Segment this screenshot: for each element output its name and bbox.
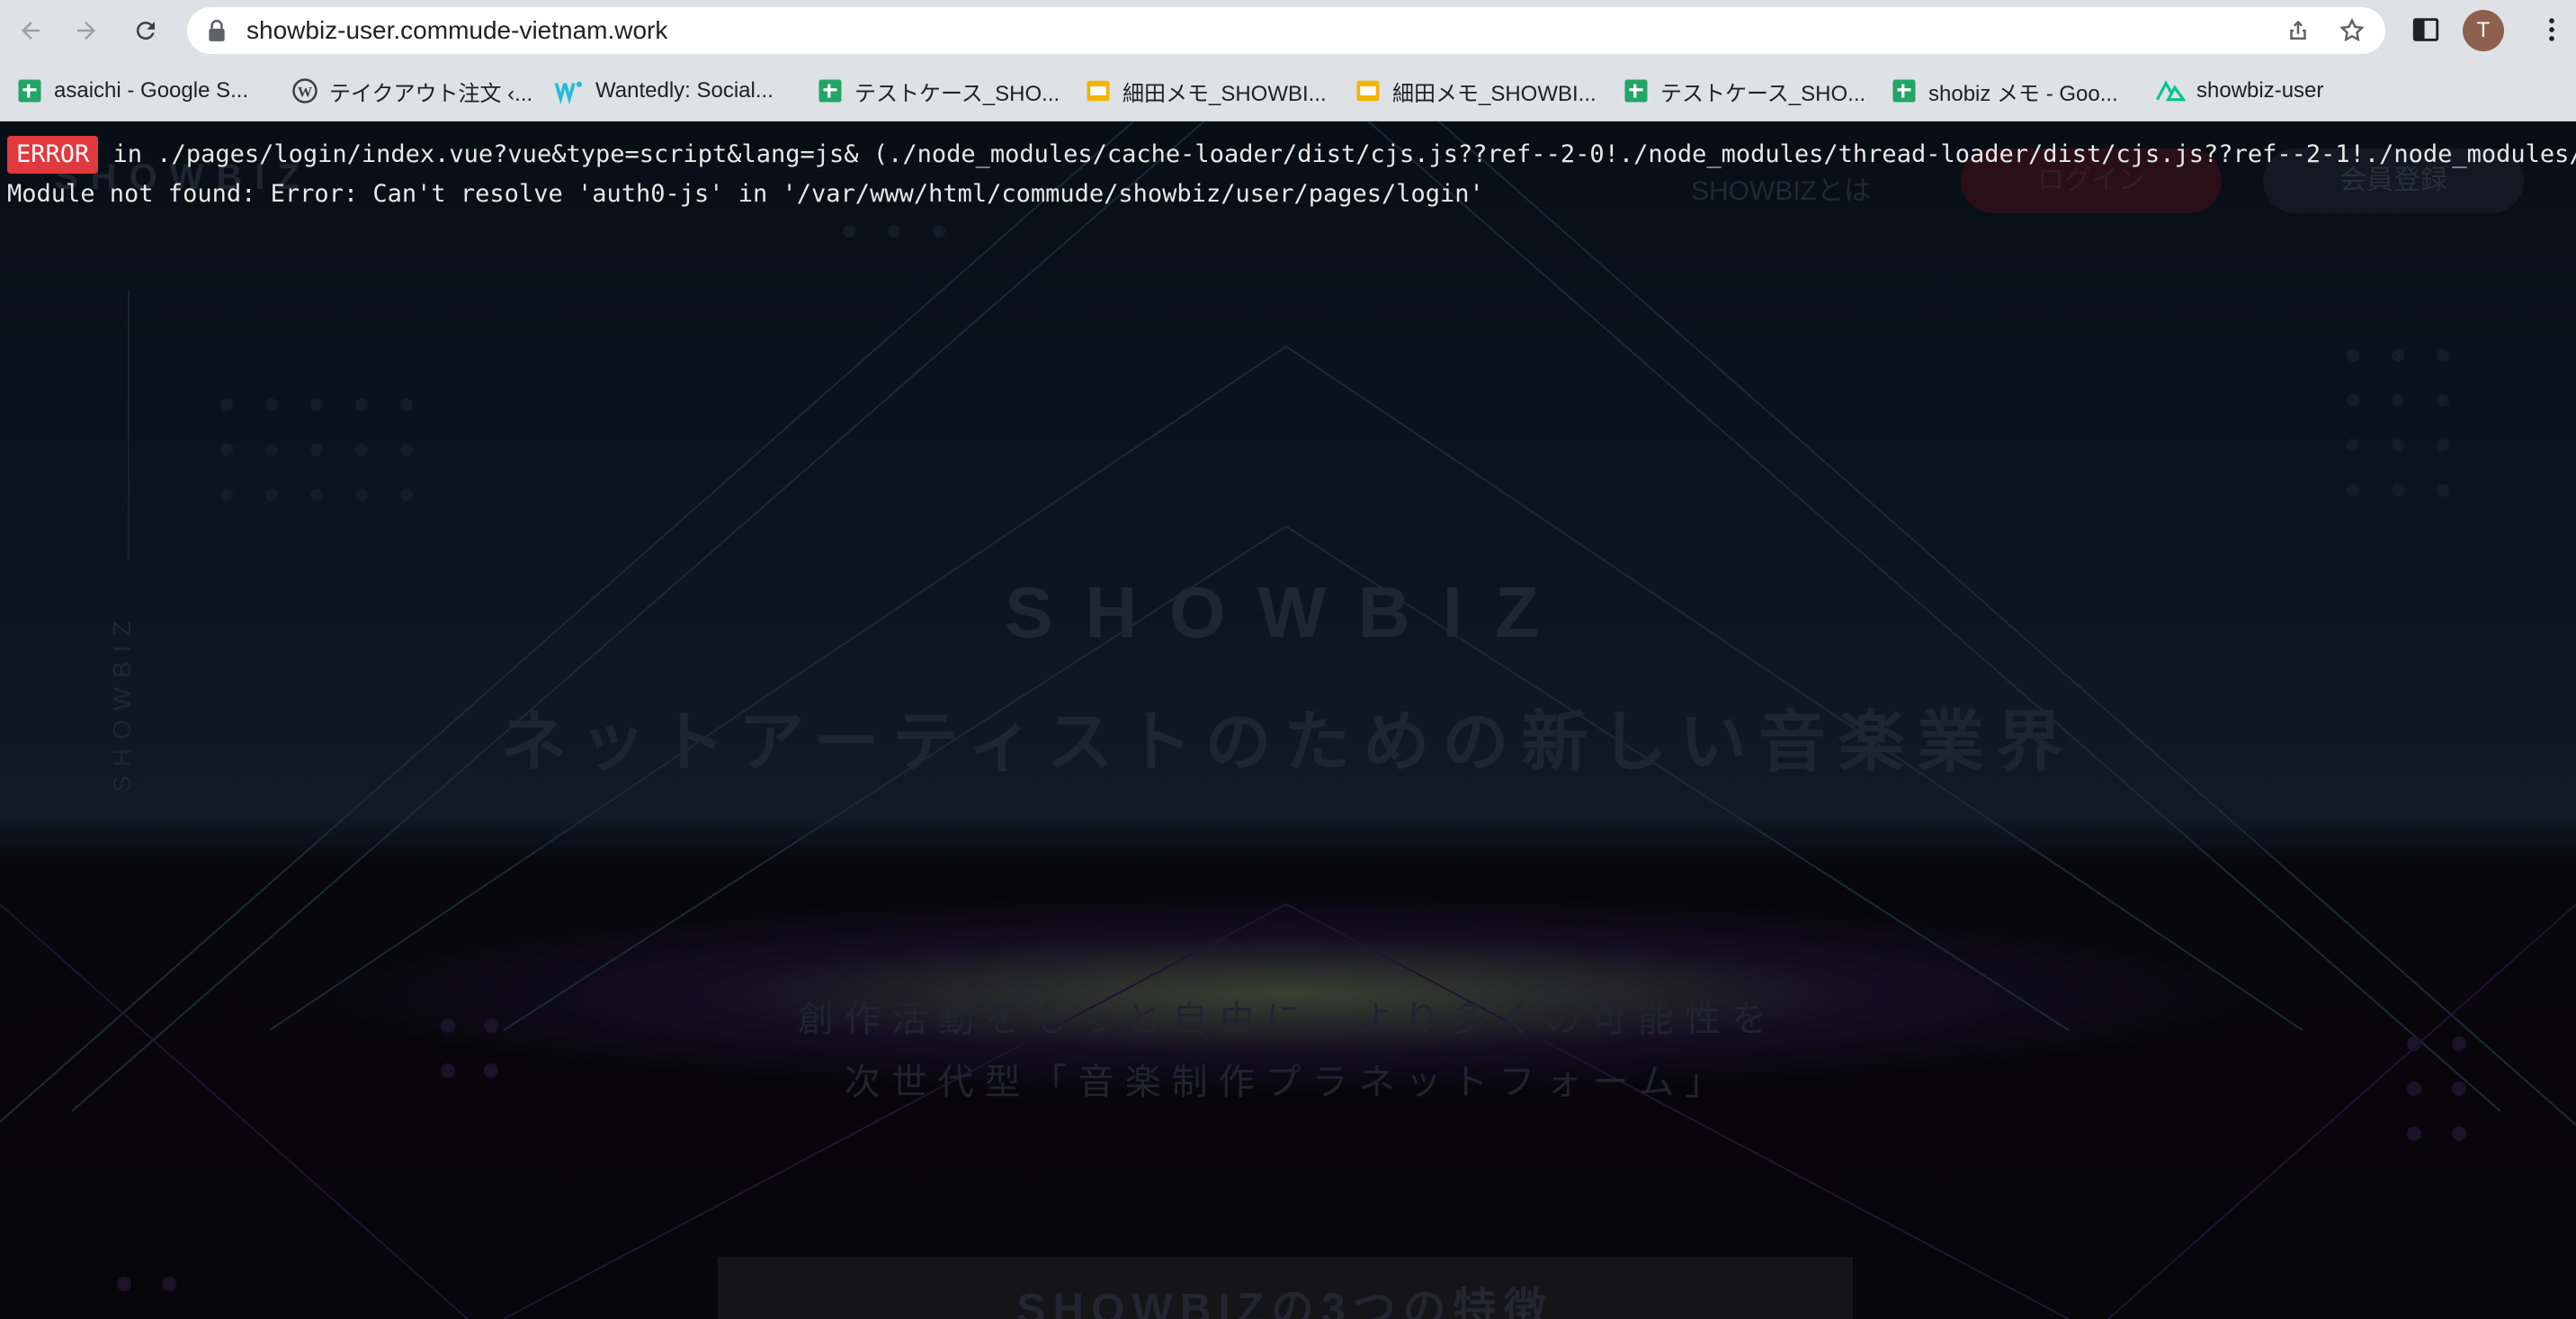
- wordpress-icon: W: [291, 77, 318, 104]
- bookmark-item[interactable]: テストケース_SHO...: [1623, 61, 1865, 121]
- hero-subtitle: ネットアーティストのための新しい音楽業界: [500, 704, 2076, 779]
- bookmark-item[interactable]: 細田メモ_SHOWBI...: [1085, 61, 1327, 121]
- bookmark-label: 細田メモ_SHOWBI...: [1392, 81, 1597, 106]
- browser-toolbar: showbiz-user.commude-vietnam.work T: [0, 0, 2576, 61]
- bookmark-item[interactable]: asaichi - Google S...: [16, 61, 248, 121]
- bookmark-label: 細田メモ_SHOWBI...: [1123, 81, 1327, 106]
- google-slides-icon: [1085, 77, 1112, 104]
- bookmark-label: asaichi - Google S...: [54, 78, 249, 103]
- bookmark-item[interactable]: テストケース_SHO...: [817, 61, 1060, 121]
- error-path-text: in ./pages/login/index.vue?vue&type=scri…: [112, 140, 2576, 168]
- error-detail-line: Module not found: Error: Can't resolve '…: [7, 180, 1484, 208]
- google-sheets-icon: [1891, 77, 1918, 104]
- reload-button[interactable]: [128, 13, 164, 49]
- arrow-right-icon: [77, 22, 95, 40]
- address-bar[interactable]: showbiz-user.commude-vietnam.work: [187, 7, 2385, 54]
- wantedly-icon: [554, 77, 585, 104]
- side-panel-icon[interactable]: [2411, 14, 2441, 49]
- page-viewport: SHOWBIZ SHOWBIZ SHOWBIZとは ログイン 会員登録 SHOW…: [0, 121, 2576, 1319]
- bookmark-item[interactable]: 細田メモ_SHOWBI...: [1355, 61, 1597, 121]
- google-sheets-icon: [817, 77, 844, 104]
- tagline-line-1: 創作活動をもっと自由に、より多くの可能性を: [798, 1000, 1778, 1039]
- error-message-line: ERROR in ./pages/login/index.vue?vue&typ…: [0, 135, 2576, 175]
- bookmark-label: テストケース_SHO...: [1660, 81, 1866, 106]
- bookmark-item[interactable]: shobiz メモ - Goo...: [1891, 61, 2118, 121]
- bookmark-item[interactable]: Wantedly: Social...: [554, 61, 774, 121]
- google-sheets-icon: [16, 77, 43, 104]
- bookmark-label: テイクアウト注文 ‹...: [329, 81, 533, 106]
- bookmarks-bar: asaichi - Google S... W テイクアウト注文 ‹... Wa…: [0, 61, 2576, 121]
- google-sheets-icon: [1623, 77, 1650, 104]
- bookmark-item[interactable]: W テイクアウト注文 ‹...: [291, 61, 532, 121]
- error-badge: ERROR: [7, 136, 99, 174]
- profile-avatar[interactable]: T: [2463, 10, 2504, 51]
- bookmark-label: テストケース_SHO...: [854, 81, 1060, 106]
- reload-icon: [136, 22, 155, 40]
- share-icon[interactable]: [2285, 17, 2312, 49]
- bookmark-label: showbiz-user: [2196, 78, 2324, 103]
- bookmark-label: shobiz メモ - Goo...: [1928, 81, 2118, 106]
- svg-text:W: W: [298, 84, 312, 100]
- more-menu-icon[interactable]: [2536, 14, 2567, 49]
- forward-button[interactable]: [68, 13, 104, 49]
- features-section: SHOWBIZの3つの特徴: [718, 1257, 1853, 1319]
- bookmark-label: Wantedly: Social...: [595, 78, 774, 103]
- nuxt-icon: [2155, 77, 2186, 104]
- lock-icon: [207, 19, 227, 47]
- vertical-divider: [128, 291, 130, 561]
- hero-title: SHOWBIZ: [1005, 572, 1571, 652]
- tagline-line-2: 次世代型「音楽制作プラネットフォーム」: [844, 1063, 1732, 1102]
- bookmark-item[interactable]: showbiz-user: [2155, 61, 2323, 121]
- google-slides-icon: [1355, 77, 1382, 104]
- features-heading: SHOWBIZの3つの特徴: [1016, 1286, 1554, 1319]
- address-url[interactable]: showbiz-user.commude-vietnam.work: [246, 7, 667, 54]
- back-button[interactable]: [13, 13, 49, 49]
- bookmark-star-icon[interactable]: [2339, 17, 2366, 49]
- arrow-left-icon: [22, 22, 40, 40]
